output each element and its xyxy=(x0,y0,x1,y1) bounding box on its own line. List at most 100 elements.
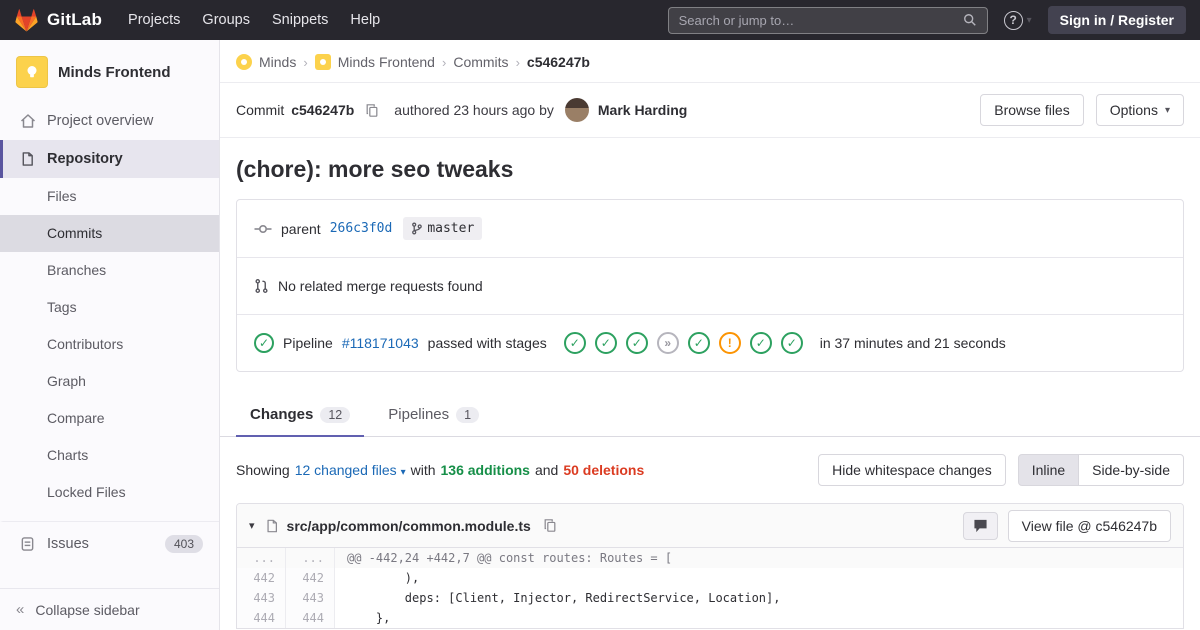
collapse-sidebar-button[interactable]: « Collapse sidebar xyxy=(0,588,219,630)
gitlab-home-link[interactable]: GitLab xyxy=(14,8,102,32)
pipeline-stages: ✓ ✓ ✓ » ✓! ✓ ✓ xyxy=(564,332,803,354)
old-line-number[interactable]: 442 xyxy=(237,568,286,588)
stage-check-icon[interactable]: ✓ xyxy=(564,332,586,354)
new-line-number[interactable]: 442 xyxy=(286,568,335,588)
copy-sha-button[interactable] xyxy=(365,103,379,118)
showing-label: Showing xyxy=(236,462,290,478)
sidebar-item-commits[interactable]: Commits xyxy=(0,215,219,252)
inline-view-button[interactable]: Inline xyxy=(1018,454,1079,486)
breadcrumb: Minds › Minds Frontend › Commits › c5462… xyxy=(220,40,1200,83)
new-line-number[interactable]: 444 xyxy=(286,608,335,628)
pipeline-label: Pipeline xyxy=(283,335,333,351)
new-line-number[interactable]: 443 xyxy=(286,588,335,608)
old-line-number[interactable]: 443 xyxy=(237,588,286,608)
stage-check-icon[interactable]: ✓ xyxy=(688,332,710,354)
pipeline-id-link[interactable]: #118171043 xyxy=(342,335,419,351)
pipeline-status-text: passed with stages xyxy=(428,335,547,351)
copy-file-path-button[interactable] xyxy=(543,518,557,533)
comment-button[interactable] xyxy=(963,512,998,540)
sign-in-button[interactable]: Sign in / Register xyxy=(1048,6,1186,34)
sidebar-item-issues[interactable]: Issues 403 xyxy=(0,521,219,565)
old-line-number[interactable]: 444 xyxy=(237,608,286,628)
hunk-header-text: @@ -442,24 +442,7 @@ const routes: Route… xyxy=(335,548,1183,568)
additions-count: 136 additions xyxy=(441,462,530,478)
sidebar-item-repository[interactable]: Repository xyxy=(0,140,219,178)
breadcrumb-project[interactable]: Minds Frontend xyxy=(338,54,435,70)
breadcrumb-separator: › xyxy=(442,55,446,70)
sidebar-item-charts[interactable]: Charts xyxy=(0,437,219,474)
sidebar-item-project-overview[interactable]: Project overview xyxy=(0,102,219,140)
top-navbar: GitLab Projects Groups Snippets Help ? ▾… xyxy=(0,0,1200,40)
main-content: Minds › Minds Frontend › Commits › c5462… xyxy=(220,0,1200,629)
project-context[interactable]: Minds Frontend xyxy=(0,40,219,102)
pipeline-status-icon: ✓ xyxy=(254,333,274,353)
sidebar-nav: Project overview Repository Files Commit… xyxy=(0,102,219,565)
search-icon xyxy=(963,13,977,27)
hide-whitespace-button[interactable]: Hide whitespace changes xyxy=(818,454,1006,486)
parent-sha-link[interactable]: 266c3f0d xyxy=(330,221,393,236)
home-icon xyxy=(19,113,36,129)
breadcrumb-group[interactable]: Minds xyxy=(259,54,296,70)
sidebar-item-branches[interactable]: Branches xyxy=(0,252,219,289)
old-line-number[interactable]: ... xyxy=(237,548,286,568)
breadcrumb-commit-sha: c546247b xyxy=(527,54,590,70)
breadcrumb-commits[interactable]: Commits xyxy=(453,54,508,70)
new-line-number[interactable]: ... xyxy=(286,548,335,568)
chevron-down-icon: ▾ xyxy=(1027,15,1032,26)
file-icon xyxy=(265,518,279,534)
deletions-count: 50 deletions xyxy=(563,462,644,478)
help-menu[interactable]: ? ▾ xyxy=(1004,11,1032,30)
collapse-diff-caret[interactable]: ▾ xyxy=(249,519,255,532)
project-avatar xyxy=(16,56,48,88)
author-name[interactable]: Mark Harding xyxy=(598,102,687,118)
sidebar-item-locked-files[interactable]: Locked Files xyxy=(0,474,219,511)
stage-check-icon[interactable]: ✓ xyxy=(626,332,648,354)
pipeline-row: ✓ Pipeline #118171043 passed with stages… xyxy=(237,314,1183,371)
diff-file-path[interactable]: src/app/common/common.module.ts xyxy=(287,518,531,534)
search-input[interactable] xyxy=(679,13,963,28)
with-label: with xyxy=(411,462,436,478)
stage-warn-icon[interactable]: ! xyxy=(719,332,741,354)
sidebar-item-label: Repository xyxy=(47,151,123,167)
sidebar-item-contributors[interactable]: Contributors xyxy=(0,326,219,363)
sidebar-item-label: Issues xyxy=(47,536,89,552)
stage-check-icon[interactable]: ✓ xyxy=(750,332,772,354)
nav-snippets[interactable]: Snippets xyxy=(272,12,328,28)
project-name: Minds Frontend xyxy=(58,64,171,81)
collapse-label: Collapse sidebar xyxy=(35,602,139,618)
side-by-side-view-button[interactable]: Side-by-side xyxy=(1078,454,1184,486)
tab-changes[interactable]: Changes 12 xyxy=(236,394,364,437)
nav-projects[interactable]: Projects xyxy=(128,12,180,28)
view-file-button[interactable]: View file @ c546247b xyxy=(1008,510,1171,542)
main-menu: Projects Groups Snippets Help xyxy=(128,12,380,28)
diff-line-row: 443 443 deps: [Client, Injector, Redirec… xyxy=(237,588,1183,608)
changed-files-label: 12 changed files xyxy=(295,462,397,478)
tab-label: Changes xyxy=(250,406,313,423)
stage-skip-icon[interactable]: » xyxy=(657,332,679,354)
code-line: deps: [Client, Injector, RedirectService… xyxy=(335,588,1183,608)
nav-help[interactable]: Help xyxy=(350,12,380,28)
commit-sha: c546247b xyxy=(291,102,354,118)
nav-groups[interactable]: Groups xyxy=(202,12,250,28)
chevron-down-icon: ▾ xyxy=(401,467,406,478)
stage-check-icon[interactable]: ✓ xyxy=(595,332,617,354)
diff-view-toggle: Inline Side-by-side xyxy=(1018,454,1184,486)
breadcrumb-separator: › xyxy=(516,55,520,70)
tab-pipelines[interactable]: Pipelines 1 xyxy=(374,394,493,437)
sidebar-item-tags[interactable]: Tags xyxy=(0,289,219,326)
sidebar-item-compare[interactable]: Compare xyxy=(0,400,219,437)
options-dropdown[interactable]: Options ▾ xyxy=(1096,94,1184,126)
gitlab-tanuki-icon xyxy=(14,8,39,32)
branch-badge[interactable]: master xyxy=(403,217,482,240)
sidebar-item-graph[interactable]: Graph xyxy=(0,363,219,400)
sidebar-item-files[interactable]: Files xyxy=(0,178,219,215)
browse-files-button[interactable]: Browse files xyxy=(980,94,1083,126)
changed-files-dropdown[interactable]: 12 changed files ▾ xyxy=(295,462,406,478)
commit-label: Commit xyxy=(236,102,284,118)
collapse-icon: « xyxy=(16,601,24,618)
stage-check-icon[interactable]: ✓ xyxy=(781,332,803,354)
author-avatar[interactable] xyxy=(565,98,589,122)
search-box[interactable] xyxy=(668,7,988,34)
diff-line-row: 442 442 ), xyxy=(237,568,1183,588)
diff-file-card: ▾ src/app/common/common.module.ts xyxy=(236,503,1184,629)
